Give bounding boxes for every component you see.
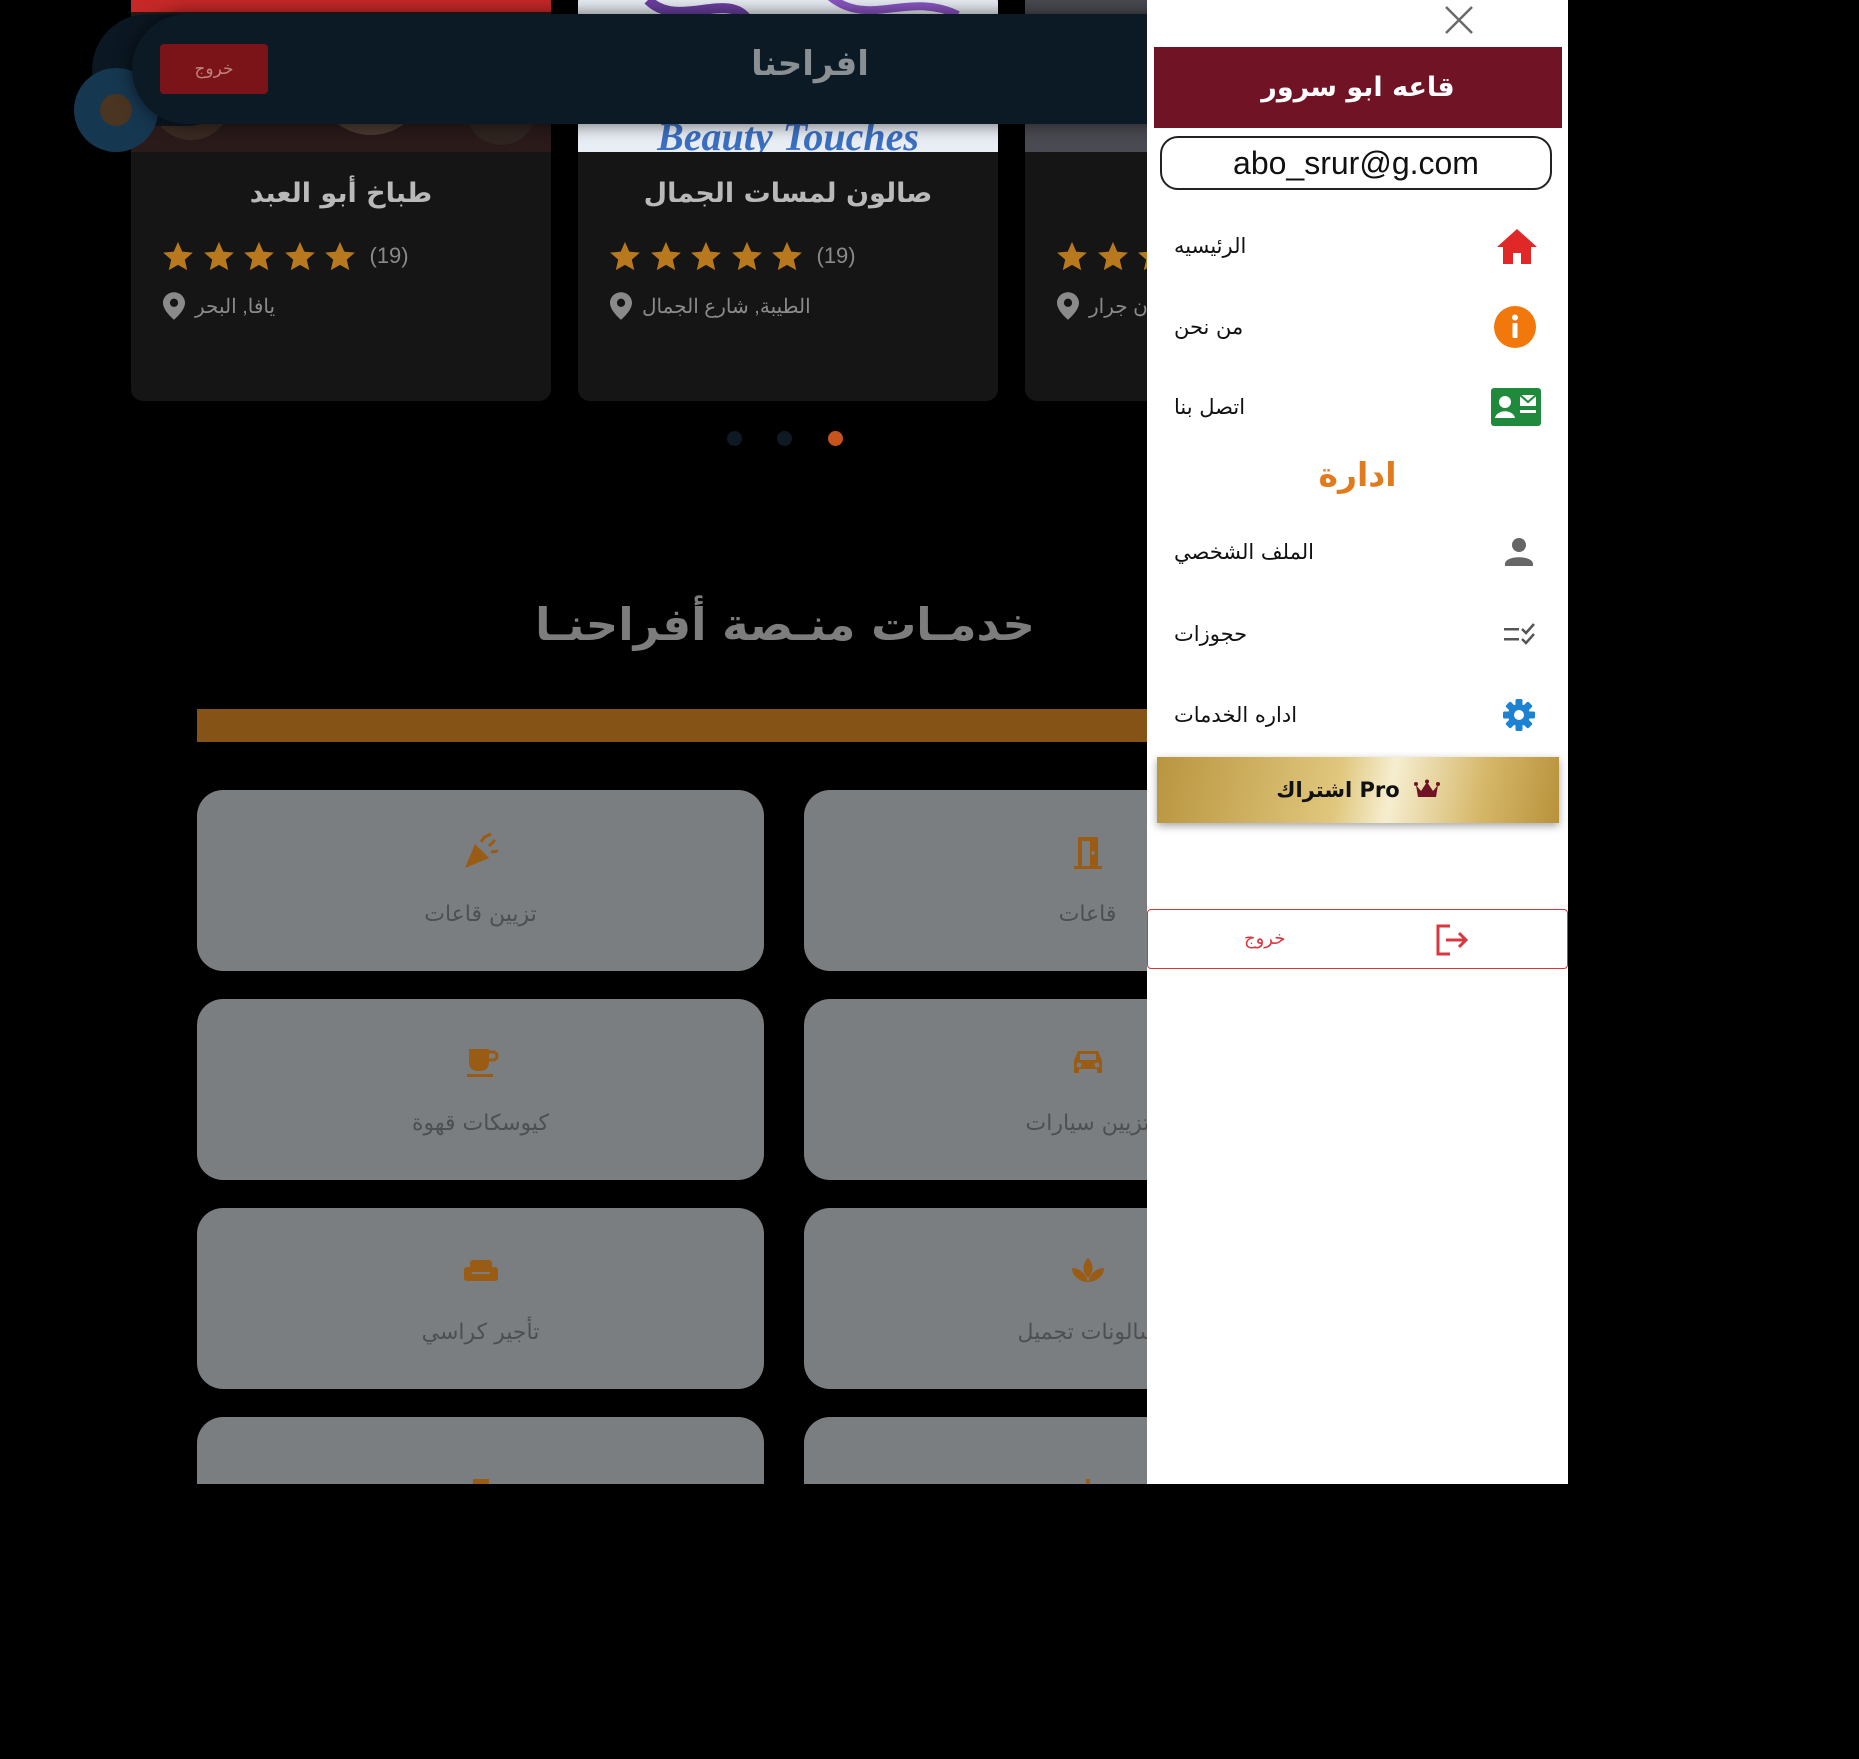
vendor-location: ن جرار: [1057, 292, 1148, 320]
crown-icon: [1413, 779, 1440, 797]
star-icon: [650, 241, 681, 271]
service-card-hall-decoration[interactable]: تزيين قاعات: [197, 790, 764, 971]
menu-item-profile[interactable]: الملف الشخصي: [1147, 522, 1568, 582]
menu-item-contact[interactable]: اتصل بنا: [1147, 377, 1568, 437]
service-card-chair-rental[interactable]: تأجير كراسي: [197, 1208, 764, 1389]
location-pin-icon: [1057, 292, 1079, 320]
vendor-name: طباخ أبو العبد: [249, 178, 433, 209]
star-icon: [325, 241, 355, 271]
location-pin-icon: [610, 292, 632, 320]
review-count: (19): [369, 243, 409, 268]
spa-icon: [1071, 1258, 1104, 1282]
gear-icon: [1503, 699, 1535, 731]
checklist-icon: [1504, 623, 1535, 645]
star-icon: [244, 241, 274, 271]
review-count: (19): [816, 243, 856, 268]
app-title: افراحنا: [751, 44, 869, 84]
rating: (19): [161, 236, 409, 276]
vendor-name: صالون لمسات الجمال: [643, 178, 933, 209]
logout-icon: [1436, 924, 1469, 956]
star-icon: [610, 241, 640, 271]
star-icon: [1097, 241, 1128, 271]
close-icon[interactable]: [1443, 4, 1475, 36]
carousel-dot[interactable]: [777, 431, 792, 446]
couch-icon: [463, 1260, 498, 1281]
menu-item-manage-services[interactable]: اداره الخدمات: [1147, 685, 1568, 745]
cabinet-icon: [472, 1479, 489, 1484]
pro-subscription-button[interactable]: اشتراك Pro: [1157, 757, 1559, 823]
star-icon: [284, 241, 315, 271]
door-icon: [1073, 837, 1102, 869]
car-icon: [1073, 1051, 1102, 1073]
user-name-banner: قاعه ابو سرور: [1154, 47, 1562, 128]
service-card-coffee-kiosks[interactable]: كيوسكات قهوة: [197, 999, 764, 1180]
services-title: خدمـات منـصة أفراحنـا: [535, 598, 1035, 651]
star-icon: [772, 241, 802, 271]
cake-icon: [1085, 1479, 1090, 1484]
side-drawer: قاعه ابو سرور abo_srur@g.com الرئيسيه من…: [1147, 0, 1568, 1484]
info-icon: [1494, 306, 1536, 348]
star-icon: [163, 241, 193, 271]
user-email: abo_srur@g.com: [1160, 136, 1552, 190]
admin-section-heading: ادارة: [1318, 455, 1397, 494]
section-divider: [197, 709, 1197, 742]
carousel-dot[interactable]: [727, 431, 742, 446]
star-icon: [731, 241, 762, 271]
home-icon: [1497, 229, 1537, 264]
coffee-icon: [466, 1049, 498, 1077]
menu-item-bookings[interactable]: حجوزات: [1147, 604, 1568, 664]
service-card[interactable]: [197, 1417, 764, 1484]
header-logout-button[interactable]: خروج: [160, 44, 268, 94]
menu-item-about[interactable]: من نحن: [1147, 297, 1568, 357]
user-icon: [1505, 538, 1533, 566]
app-header: [132, 14, 1232, 124]
party-popper-icon: [464, 832, 498, 868]
vendor-location: الطيبة, شارع الجمال: [610, 292, 811, 320]
menu-item-home[interactable]: الرئيسيه: [1147, 216, 1568, 276]
carousel-dot-active[interactable]: [828, 431, 843, 446]
star-icon: [691, 241, 721, 271]
star-icon: [1057, 241, 1087, 271]
rating: (19): [608, 236, 856, 276]
location-pin-icon: [163, 292, 185, 320]
drawer-logout-button[interactable]: خروج: [1147, 909, 1568, 969]
star-icon: [203, 241, 234, 271]
contact-card-icon: [1491, 388, 1541, 426]
vendor-location: يافا, البحر: [163, 292, 275, 320]
